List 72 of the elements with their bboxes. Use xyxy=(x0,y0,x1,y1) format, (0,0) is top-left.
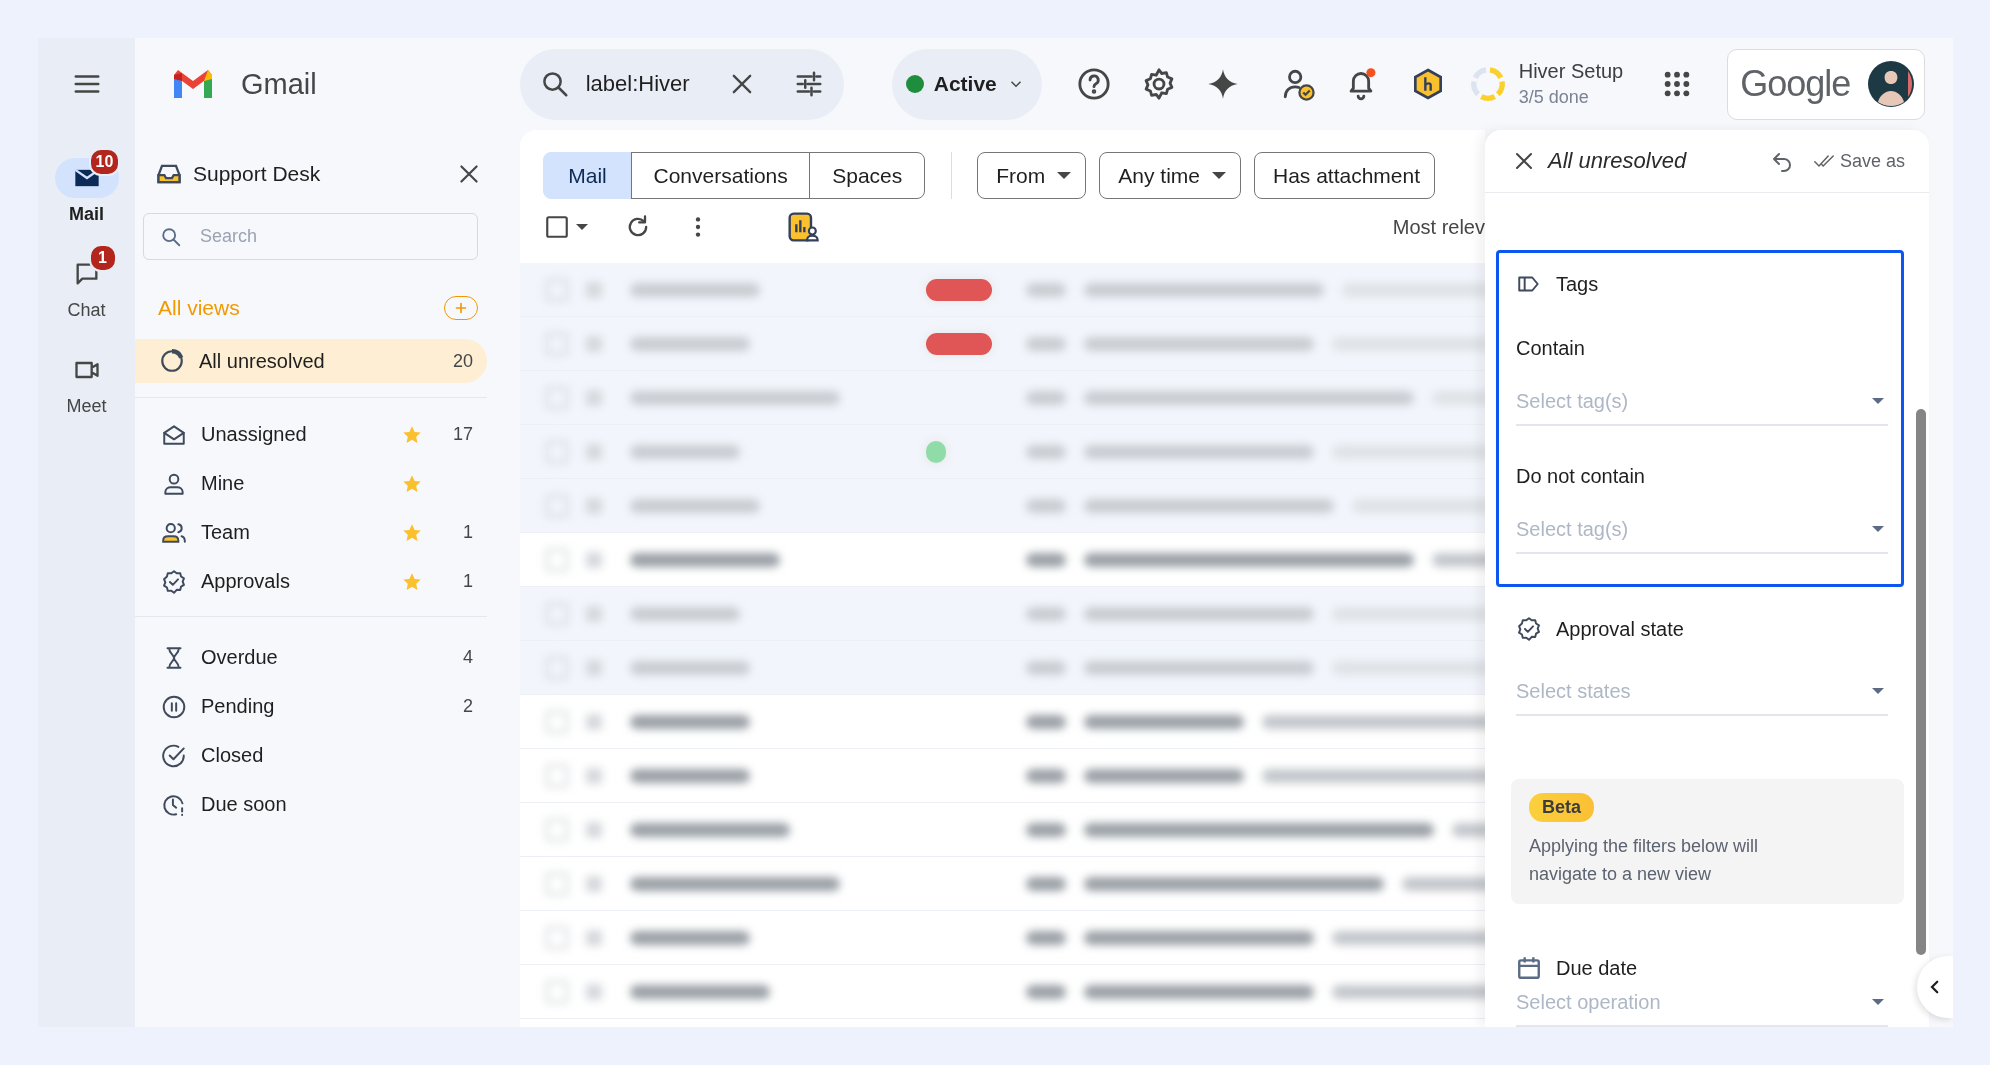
nav-button[interactable]: 1 xyxy=(50,244,123,294)
field-label: Do not contain xyxy=(1516,464,1646,488)
dropdown-arrow-icon xyxy=(1057,172,1072,179)
view-item[interactable]: Unassigned 17 xyxy=(135,410,487,459)
calendar-icon xyxy=(1516,955,1542,981)
count: 1 xyxy=(462,571,473,592)
apps-grid-icon[interactable] xyxy=(1663,70,1692,98)
filter-chip[interactable]: From xyxy=(977,152,1087,199)
setup-progress: 3/5 done xyxy=(1518,87,1590,108)
search-icon xyxy=(160,225,182,248)
setup-title[interactable]: Hiver Setup xyxy=(1518,60,1624,83)
count: 20 xyxy=(451,350,473,372)
badge-check-icon xyxy=(1516,616,1542,642)
search-bar[interactable]: label:Hiver xyxy=(519,48,844,120)
search-bar[interactable]: Search xyxy=(143,213,478,260)
count: 17 xyxy=(451,424,473,445)
dropdown-arrow-icon xyxy=(1872,526,1884,532)
info-text: Applying the filters below will navigate to a new view xyxy=(1529,835,1760,886)
nav-label: Meet xyxy=(66,395,107,418)
search-input[interactable]: label:Hiver xyxy=(585,71,706,97)
help-icon[interactable] xyxy=(1076,67,1111,101)
field-label: Contain xyxy=(1516,336,1586,360)
tab[interactable]: Spaces xyxy=(809,152,926,199)
avatar xyxy=(1868,61,1915,107)
checkbox[interactable] xyxy=(544,214,570,240)
panel-title: All unresolved xyxy=(1548,148,1688,174)
view-item[interactable]: Pending 2 xyxy=(135,682,487,731)
search-input[interactable]: Search xyxy=(200,226,440,247)
view-item[interactable]: Closed xyxy=(135,731,487,780)
check-circle-icon xyxy=(161,742,187,769)
blurred-email-row[interactable] xyxy=(520,317,1485,371)
report-icon[interactable] xyxy=(787,211,819,243)
count: 4 xyxy=(462,647,473,668)
dropdown-arrow-icon xyxy=(1212,172,1226,179)
nav-label: Mail xyxy=(69,203,104,226)
tab[interactable]: Conversations xyxy=(630,152,811,199)
view-item[interactable]: Due soon xyxy=(135,780,487,829)
blurred-email-row[interactable] xyxy=(520,263,1485,317)
beta-badge: Beta xyxy=(1529,793,1594,822)
dropdown-arrow-icon xyxy=(1872,999,1884,1005)
dropdown-arrow-icon xyxy=(1872,398,1884,404)
view-item[interactable]: Overdue 4 xyxy=(135,633,487,682)
view-item[interactable]: Team 1 xyxy=(135,508,487,557)
scrollbar-thumb[interactable] xyxy=(1916,409,1926,955)
spinner-ring-icon xyxy=(159,348,185,374)
nav-label: Chat xyxy=(67,299,106,322)
badge-check-icon xyxy=(161,568,187,595)
section-heading: All views xyxy=(158,296,240,320)
view-item[interactable]: Approvals 1 xyxy=(135,557,487,606)
sort-button[interactable]: Most relev xyxy=(1392,215,1485,239)
tab[interactable]: Mail xyxy=(543,152,632,199)
filter-chip[interactable]: Any time xyxy=(1099,152,1241,199)
count-badge: 1 xyxy=(88,244,117,272)
dropdown-arrow-icon xyxy=(1872,688,1884,694)
filter-chip[interactable]: Has attachment xyxy=(1254,152,1436,199)
account-button[interactable]: Google xyxy=(1727,48,1926,120)
app-name: Gmail xyxy=(241,67,317,101)
status-button[interactable]: Active xyxy=(891,48,1042,120)
envelope-logo-icon xyxy=(172,68,214,100)
dropdown-arrow-icon[interactable] xyxy=(576,224,588,230)
save-as-button[interactable]: Save as xyxy=(1809,146,1909,176)
pause-icon xyxy=(161,693,187,720)
view-item[interactable]: All unresolved 20 xyxy=(135,339,487,383)
filter-label: Due date xyxy=(1556,956,1638,980)
filter-label: Tags xyxy=(1556,272,1599,296)
filter-label: Approval state xyxy=(1556,617,1684,641)
count: 1 xyxy=(462,522,473,543)
count-badge: 10 xyxy=(88,148,121,176)
view-item[interactable]: Mine xyxy=(135,459,487,508)
count: 2 xyxy=(462,696,473,717)
panel-title: Support Desk xyxy=(193,162,322,186)
hexagon-logo-icon[interactable] xyxy=(1411,68,1444,100)
